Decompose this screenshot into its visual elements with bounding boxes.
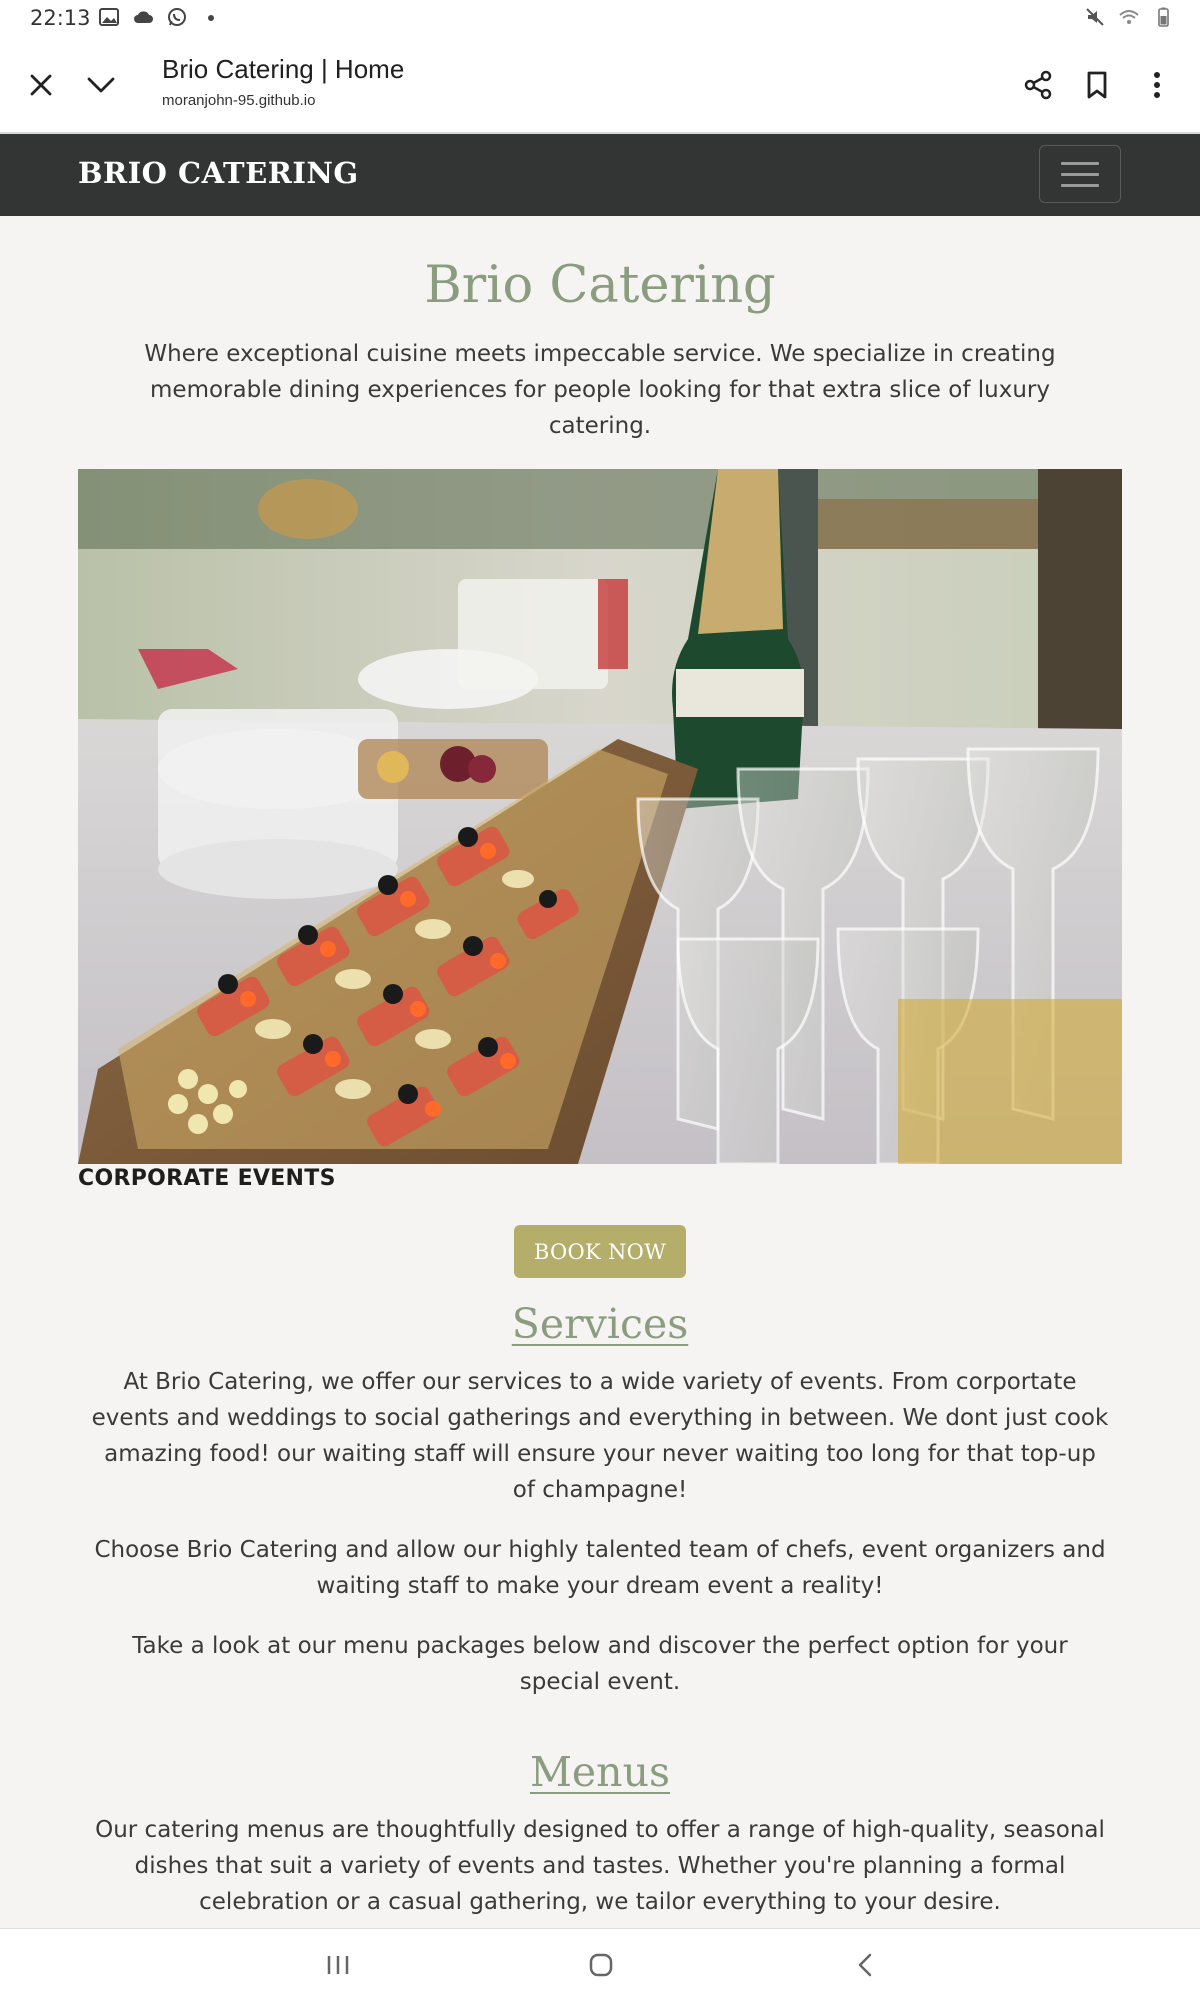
wifi-icon	[1118, 6, 1140, 28]
browser-toolbar: Brio Catering | Home moranjohn-95.github…	[0, 38, 1200, 134]
close-tab-button[interactable]	[18, 62, 64, 108]
screen: 22:13 Brio Catering | Home moranjohn-95.…	[0, 0, 1200, 2000]
catering-table-image	[78, 469, 1122, 1164]
hamburger-icon-bar	[1061, 161, 1099, 165]
home-icon	[589, 1953, 613, 1977]
page-url: moranjohn-95.github.io	[162, 92, 316, 109]
services-paragraph: Take a look at our menu packages below a…	[132, 1633, 1068, 1695]
android-navigation-bar	[0, 1928, 1200, 2000]
hamburger-icon-bar	[1061, 172, 1099, 176]
recent-apps-button[interactable]	[318, 1949, 358, 1981]
services-paragraph: At Brio Catering, we offer our services …	[91, 1369, 1109, 1503]
cloud-icon	[132, 6, 154, 28]
share-button[interactable]	[1015, 62, 1061, 108]
bookmark-button[interactable]	[1074, 62, 1120, 108]
minimize-tab-button[interactable]	[78, 62, 124, 108]
chevron-down-icon	[87, 77, 115, 93]
menus-paragraph: Our catering menus are thoughtfully desi…	[95, 1817, 1105, 1915]
close-icon	[30, 74, 52, 96]
brand-logo-link[interactable]: BRIO CATERING	[78, 156, 359, 190]
status-icons-right	[1084, 6, 1174, 28]
image-caption: CORPORATE EVENTS	[78, 1166, 336, 1191]
more-vert-icon	[1154, 72, 1160, 98]
recent-apps-icon	[327, 1956, 349, 1974]
page-title: Brio Catering | Home	[162, 54, 405, 84]
services-heading[interactable]: Services	[0, 1300, 1200, 1348]
status-time: 22:13	[30, 6, 91, 30]
status-icons-left	[98, 6, 222, 28]
menus-heading[interactable]: Menus	[0, 1748, 1200, 1796]
whatsapp-icon	[166, 6, 188, 28]
site-navbar: BRIO CATERING	[0, 134, 1200, 216]
back-icon	[858, 1953, 872, 1977]
share-icon	[1024, 70, 1052, 100]
image-icon	[98, 6, 120, 28]
dot-icon	[200, 6, 222, 28]
back-button[interactable]	[845, 1949, 885, 1981]
hero-subtitle: Where exceptional cuisine meets impeccab…	[144, 341, 1056, 439]
status-bar: 22:13	[0, 0, 1200, 38]
home-button[interactable]	[581, 1949, 621, 1981]
more-options-button[interactable]	[1134, 62, 1180, 108]
navbar-toggler-button[interactable]	[1039, 145, 1121, 203]
hamburger-icon-bar	[1061, 183, 1099, 187]
mute-icon	[1084, 6, 1106, 28]
services-paragraph: Choose Brio Catering and allow our highl…	[94, 1537, 1106, 1599]
book-now-button[interactable]: BOOK NOW	[514, 1225, 686, 1278]
bookmark-icon	[1087, 71, 1107, 99]
battery-icon	[1152, 6, 1174, 28]
hero-title: Brio Catering	[424, 256, 776, 315]
